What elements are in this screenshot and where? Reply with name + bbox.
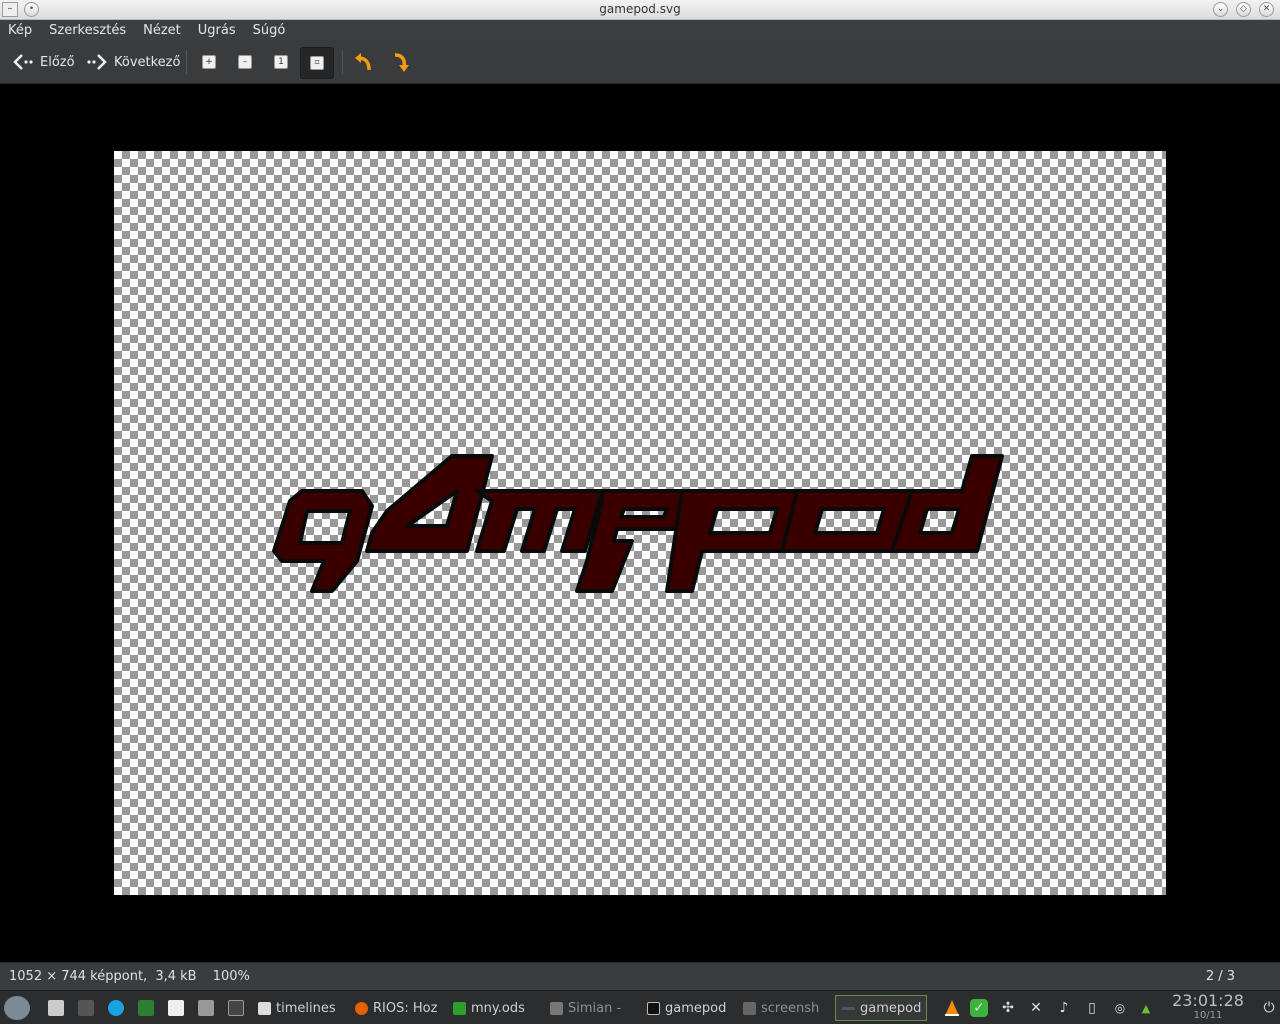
- logo-glyph-m: [475, 489, 604, 553]
- zoom-in-icon: +: [202, 55, 216, 69]
- logo-glyph-g: [272, 489, 374, 593]
- clock-time: 23:01:28: [1172, 991, 1244, 1010]
- display-icon[interactable]: ▯: [1083, 999, 1101, 1017]
- close-icon[interactable]: ✕: [1259, 2, 1274, 17]
- power-icon[interactable]: ⏻: [1260, 999, 1278, 1017]
- spreadsheet-icon: [453, 1001, 466, 1015]
- task-label: mny.ods: [471, 1000, 525, 1016]
- zoom-out-icon: –: [238, 55, 252, 69]
- skype-icon[interactable]: [108, 1000, 124, 1016]
- tray-expand-icon[interactable]: ▲: [1137, 999, 1155, 1017]
- inkscape-icon: [647, 1001, 660, 1015]
- calculator-icon[interactable]: [198, 1000, 214, 1016]
- volume-icon[interactable]: ♪: [1055, 999, 1073, 1017]
- arrow-left-icon: [13, 54, 33, 70]
- menu-szerkesztes[interactable]: Szerkesztés: [49, 23, 126, 38]
- taskbar: timelines RIOS: Hoz mny.ods Simian - gam…: [0, 990, 1280, 1024]
- document-icon[interactable]: [168, 1000, 184, 1016]
- window-title: gamepod.svg: [599, 2, 681, 16]
- task-label: screensh: [761, 1000, 820, 1016]
- wifi-icon[interactable]: ◎: [1111, 999, 1129, 1017]
- task-label: Simian -: [568, 1000, 622, 1016]
- rotate-right-icon: [394, 53, 409, 72]
- menu-bar: Kép Szerkesztés Nézet Ugrás Súgó: [0, 20, 1280, 40]
- best-fit-button[interactable]: ⌗: [300, 47, 334, 79]
- launcher-icon[interactable]: [78, 1000, 94, 1016]
- toolbar-separator: [186, 50, 187, 74]
- task-simian[interactable]: Simian -: [550, 997, 632, 1019]
- zoom-out-button[interactable]: –: [233, 50, 257, 74]
- status-bar: 1052 × 744 képpont, 3,4 kB 100% 2 / 3: [0, 962, 1280, 990]
- vlc-icon[interactable]: [943, 999, 961, 1017]
- normal-size-icon: 1: [274, 55, 288, 69]
- menu-kep[interactable]: Kép: [8, 23, 32, 38]
- task-label: timelines: [276, 1000, 336, 1016]
- file-size: 3,4 kB: [155, 969, 197, 984]
- task-firefox[interactable]: RIOS: Hoz: [355, 997, 440, 1019]
- task-screenshot[interactable]: screensh: [743, 997, 825, 1019]
- window-titlebar: – • gamepod.svg ⌄ ◇ ✕: [0, 0, 1280, 20]
- task-label: RIOS: Hoz: [373, 1000, 438, 1016]
- arrow-right-icon: [87, 54, 107, 70]
- task-timelines[interactable]: timelines: [258, 997, 340, 1019]
- image-position: 2 / 3: [1205, 969, 1235, 984]
- zoom-in-button[interactable]: +: [197, 50, 221, 74]
- menu-nezet[interactable]: Nézet: [143, 23, 181, 38]
- prev-button[interactable]: Előző: [12, 48, 75, 76]
- logo-glyph-d: [890, 454, 1004, 553]
- logo-glyph-p: [665, 489, 804, 593]
- image-canvas: [114, 151, 1166, 895]
- simian-icon: [550, 1001, 563, 1015]
- rotate-left-button[interactable]: [352, 50, 376, 74]
- task-mny-ods[interactable]: mny.ods: [453, 997, 538, 1019]
- menu-ugras[interactable]: Ugrás: [198, 23, 236, 38]
- logo-glyph-o: [780, 489, 914, 553]
- app-menu-icon[interactable]: [4, 996, 30, 1020]
- rotate-right-button[interactable]: [388, 50, 412, 74]
- window-pin-icon[interactable]: •: [24, 2, 39, 17]
- maximize-icon[interactable]: ◇: [1236, 2, 1251, 17]
- next-button[interactable]: Következő: [86, 48, 180, 76]
- window-menu-icon[interactable]: –: [2, 2, 18, 17]
- next-label: Következő: [114, 54, 181, 70]
- document-icon: [258, 1001, 271, 1015]
- image-viewer-area[interactable]: [0, 84, 1280, 962]
- network-icon[interactable]: ✣: [999, 999, 1017, 1017]
- logo-glyphs: [272, 454, 1004, 593]
- prev-label: Előző: [40, 54, 75, 70]
- gamepod-logo: [272, 454, 1004, 593]
- zoom-level: 100%: [212, 969, 250, 984]
- task-label: gamepod: [665, 1000, 727, 1016]
- logo-glyph-a: [365, 454, 494, 553]
- tools-icon[interactable]: ✕: [1027, 999, 1045, 1017]
- minimize-icon[interactable]: ⌄: [1213, 2, 1228, 17]
- task-gamepod-inkscape[interactable]: gamepod: [647, 997, 729, 1019]
- clock-date: 10/11: [1193, 1010, 1223, 1021]
- check-icon[interactable]: ✓: [970, 999, 988, 1017]
- launcher-icon[interactable]: [48, 1000, 64, 1016]
- best-fit-icon: ⌗: [310, 56, 324, 70]
- screenshot-icon: [743, 1001, 756, 1015]
- image-viewer-icon: [842, 1006, 855, 1010]
- normal-size-button[interactable]: 1: [269, 50, 293, 74]
- firefox-icon: [355, 1001, 368, 1015]
- menu-sugo[interactable]: Súgó: [253, 23, 286, 38]
- task-label: gamepod: [860, 1000, 922, 1016]
- monitor-icon[interactable]: [138, 1000, 154, 1016]
- task-gamepod-viewer[interactable]: gamepod: [835, 995, 927, 1021]
- toolbar-separator: [342, 50, 343, 74]
- clock[interactable]: 23:01:28 10/11: [1168, 992, 1248, 1022]
- rotate-left-icon: [355, 53, 371, 71]
- toolbar: Előző Következő + – 1 ⌗: [0, 40, 1280, 84]
- terminal-icon[interactable]: [228, 1000, 244, 1016]
- image-dimensions: 1052 × 744 képpont,: [9, 969, 148, 984]
